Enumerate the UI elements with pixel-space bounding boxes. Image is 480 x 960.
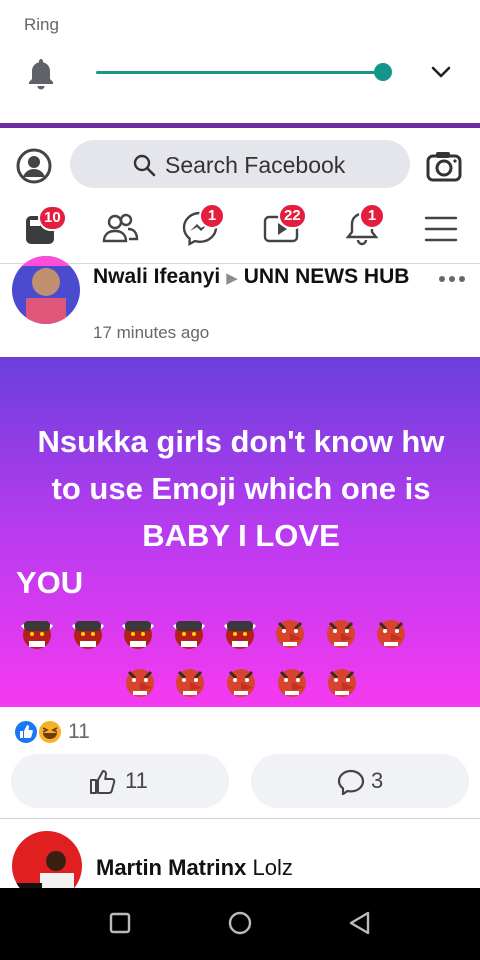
volume-slider-track[interactable] <box>96 71 384 74</box>
goblin-emoji-icon <box>377 620 406 649</box>
goblin-emoji-icon <box>176 669 205 698</box>
camera-icon[interactable] <box>426 150 462 182</box>
ogre-emoji-icon <box>122 621 155 650</box>
like-count: 11 <box>125 768 148 793</box>
goblin-emoji-icon <box>125 669 154 698</box>
ogre-emoji-icon <box>223 621 256 650</box>
ogre-emoji-icon <box>71 621 104 650</box>
volume-slider-thumb[interactable] <box>374 63 392 81</box>
messenger-badge: 1 <box>199 203 225 229</box>
notifications-badge: 1 <box>359 203 385 229</box>
post-author-name[interactable]: Nwali Ifeanyi <box>93 265 220 288</box>
home-icon[interactable] <box>228 910 252 936</box>
comment-preview[interactable]: Martin Matrinx Lolz <box>96 855 293 881</box>
search-placeholder[interactable]: Search Facebook <box>165 152 345 179</box>
menu-icon[interactable] <box>421 208 461 248</box>
comment-count: 3 <box>371 768 384 793</box>
goblin-emoji-icon <box>328 669 357 698</box>
goblin-emoji-icon <box>276 620 305 649</box>
commenter-name[interactable]: Martin Matrinx <box>96 855 246 880</box>
post-text: Nsukka girls don't know hw to use Emoji … <box>16 418 466 704</box>
ogre-emoji-icon <box>172 621 205 650</box>
section-divider <box>0 818 480 819</box>
news-feed-badge: 10 <box>38 205 67 231</box>
goblin-emoji-icon <box>277 669 306 698</box>
comment-icon <box>337 769 365 795</box>
comment-button[interactable]: 3 <box>251 754 469 808</box>
watch-badge: 22 <box>278 203 307 229</box>
more-options-icon[interactable] <box>438 266 466 292</box>
ogre-emoji-icon <box>20 621 54 650</box>
ring-volume-panel: Ring <box>0 0 480 123</box>
reactions-count[interactable]: 11 <box>68 720 90 744</box>
recent-apps-icon[interactable] <box>108 910 132 936</box>
ogre-emoji-row <box>16 608 412 655</box>
chevron-down-icon[interactable] <box>430 64 452 80</box>
search-icon <box>133 154 156 177</box>
thumbs-up-icon <box>90 770 116 794</box>
post-text-line: to use Emoji which one is <box>51 471 431 506</box>
post-group-name[interactable]: UNN NEWS HUB <box>244 265 410 288</box>
friends-icon[interactable] <box>100 208 140 248</box>
reaction-icons[interactable] <box>12 717 68 747</box>
goblin-emoji-icon <box>326 620 355 649</box>
ring-label: Ring <box>24 15 59 34</box>
post-author-line: Nwali Ifeanyi ▶ UNN NEWS HUB <box>93 262 423 293</box>
author-avatar[interactable] <box>12 256 80 324</box>
like-button[interactable]: 11 <box>11 754 229 808</box>
post-text-line: YOU <box>16 565 84 600</box>
post-timestamp[interactable]: 17 minutes ago <box>93 323 209 343</box>
post-text-line-emoji: YOU <box>16 559 466 655</box>
post-text-line: BABY I LOVE <box>142 518 340 553</box>
play-arrow-icon: ▶ <box>226 270 238 287</box>
back-icon[interactable] <box>348 910 372 936</box>
goblin-emoji-row <box>16 657 466 704</box>
goblin-emoji-icon <box>227 669 255 698</box>
profile-icon[interactable] <box>16 148 52 184</box>
post-text-line: Nsukka girls don't know hw <box>37 424 445 459</box>
comment-text: Lolz <box>252 855 293 880</box>
bell-icon[interactable] <box>25 56 57 90</box>
